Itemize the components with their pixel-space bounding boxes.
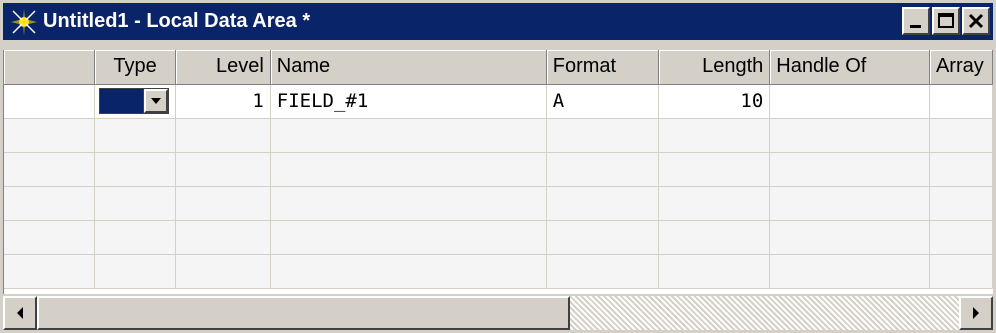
grid-cell[interactable] xyxy=(546,220,659,255)
grid-cell[interactable] xyxy=(4,152,96,187)
format-cell[interactable]: A xyxy=(546,84,659,119)
maximize-icon xyxy=(938,13,954,28)
grid-cell[interactable] xyxy=(546,152,659,187)
row-selector[interactable] xyxy=(4,84,96,119)
minimize-icon xyxy=(910,25,921,28)
grid-cell[interactable] xyxy=(175,254,271,289)
grid-cell[interactable] xyxy=(658,254,771,289)
length-cell[interactable]: 10 xyxy=(658,84,771,119)
grid-cell[interactable] xyxy=(175,152,271,187)
grid-cell[interactable] xyxy=(270,220,547,255)
row-header-corner xyxy=(4,50,96,85)
grid-cell[interactable] xyxy=(546,118,659,153)
grid-cell[interactable] xyxy=(929,186,993,221)
grid-cell[interactable] xyxy=(270,152,547,187)
table-row[interactable] xyxy=(4,254,993,289)
grid-cell[interactable] xyxy=(769,152,930,187)
grid-cell[interactable] xyxy=(175,220,271,255)
grid-cell[interactable] xyxy=(769,118,930,153)
grid-cell[interactable] xyxy=(270,118,547,153)
table-row[interactable] xyxy=(4,118,993,153)
chevron-down-icon xyxy=(151,98,162,104)
maximize-button[interactable] xyxy=(932,7,960,35)
column-header-format[interactable]: Format xyxy=(546,50,659,85)
window-title: Untitled1 - Local Data Area * xyxy=(43,10,311,32)
table-row[interactable]: 1 FIELD_#1 A 10 xyxy=(4,84,993,119)
star-sparkle-icon xyxy=(9,7,39,37)
grid-cell[interactable] xyxy=(175,186,271,221)
arrow-left-icon xyxy=(17,307,23,319)
column-header-array[interactable]: Array xyxy=(929,50,993,85)
array-cell[interactable] xyxy=(929,84,993,119)
grid-cell[interactable] xyxy=(175,118,271,153)
scroll-right-button[interactable] xyxy=(959,296,993,330)
grid-cell[interactable] xyxy=(769,220,930,255)
grid-cell[interactable] xyxy=(94,254,177,289)
grid-cell[interactable] xyxy=(94,220,177,255)
grid-cell[interactable] xyxy=(929,220,993,255)
column-header-length[interactable]: Length xyxy=(658,50,771,85)
grid-cell[interactable] xyxy=(769,254,930,289)
column-header-name[interactable]: Name xyxy=(270,50,547,85)
local-data-area-window: Untitled1 - Local Data Area * Type Level… xyxy=(0,0,996,333)
arrow-right-icon xyxy=(973,307,979,319)
grid-cell[interactable] xyxy=(929,118,993,153)
column-header-level[interactable]: Level xyxy=(175,50,271,85)
grid-cell[interactable] xyxy=(658,152,771,187)
type-color-swatch xyxy=(100,89,145,113)
scroll-left-button[interactable] xyxy=(3,296,37,330)
grid-cell[interactable] xyxy=(94,118,177,153)
column-header-handle-of[interactable]: Handle Of xyxy=(769,50,930,85)
grid-cell[interactable] xyxy=(929,152,993,187)
grid-cell[interactable] xyxy=(4,118,96,153)
horizontal-scrollbar[interactable] xyxy=(3,296,993,330)
close-button[interactable] xyxy=(962,7,990,35)
grid-cell[interactable] xyxy=(94,186,177,221)
scrollbar-thumb[interactable] xyxy=(37,296,570,330)
handle-of-cell[interactable] xyxy=(769,84,930,119)
grid-cell[interactable] xyxy=(4,220,96,255)
type-dropdown[interactable] xyxy=(99,88,170,114)
minimize-button[interactable] xyxy=(902,7,930,35)
grid-cell[interactable] xyxy=(658,118,771,153)
level-cell[interactable]: 1 xyxy=(175,84,271,119)
grid-cell[interactable] xyxy=(270,186,547,221)
grid-cell[interactable] xyxy=(929,254,993,289)
grid-cell[interactable] xyxy=(4,186,96,221)
close-icon xyxy=(968,13,984,29)
grid-cell[interactable] xyxy=(94,152,177,187)
dropdown-button[interactable] xyxy=(144,89,169,113)
grid-cell[interactable] xyxy=(546,254,659,289)
grid-cell[interactable] xyxy=(658,220,771,255)
grid-cell[interactable] xyxy=(658,186,771,221)
grid-cell[interactable] xyxy=(769,186,930,221)
name-cell[interactable]: FIELD_#1 xyxy=(270,84,547,119)
data-grid[interactable]: Type Level Name Format Length Handle Of … xyxy=(3,50,993,294)
grid-cell[interactable] xyxy=(270,254,547,289)
grid-cell[interactable] xyxy=(546,186,659,221)
table-row[interactable] xyxy=(4,220,993,255)
table-row[interactable] xyxy=(4,152,993,187)
type-cell[interactable] xyxy=(94,84,177,119)
column-header-type[interactable]: Type xyxy=(94,50,177,85)
title-bar[interactable]: Untitled1 - Local Data Area * xyxy=(3,3,993,40)
table-row[interactable] xyxy=(4,186,993,221)
grid-cell[interactable] xyxy=(4,254,96,289)
